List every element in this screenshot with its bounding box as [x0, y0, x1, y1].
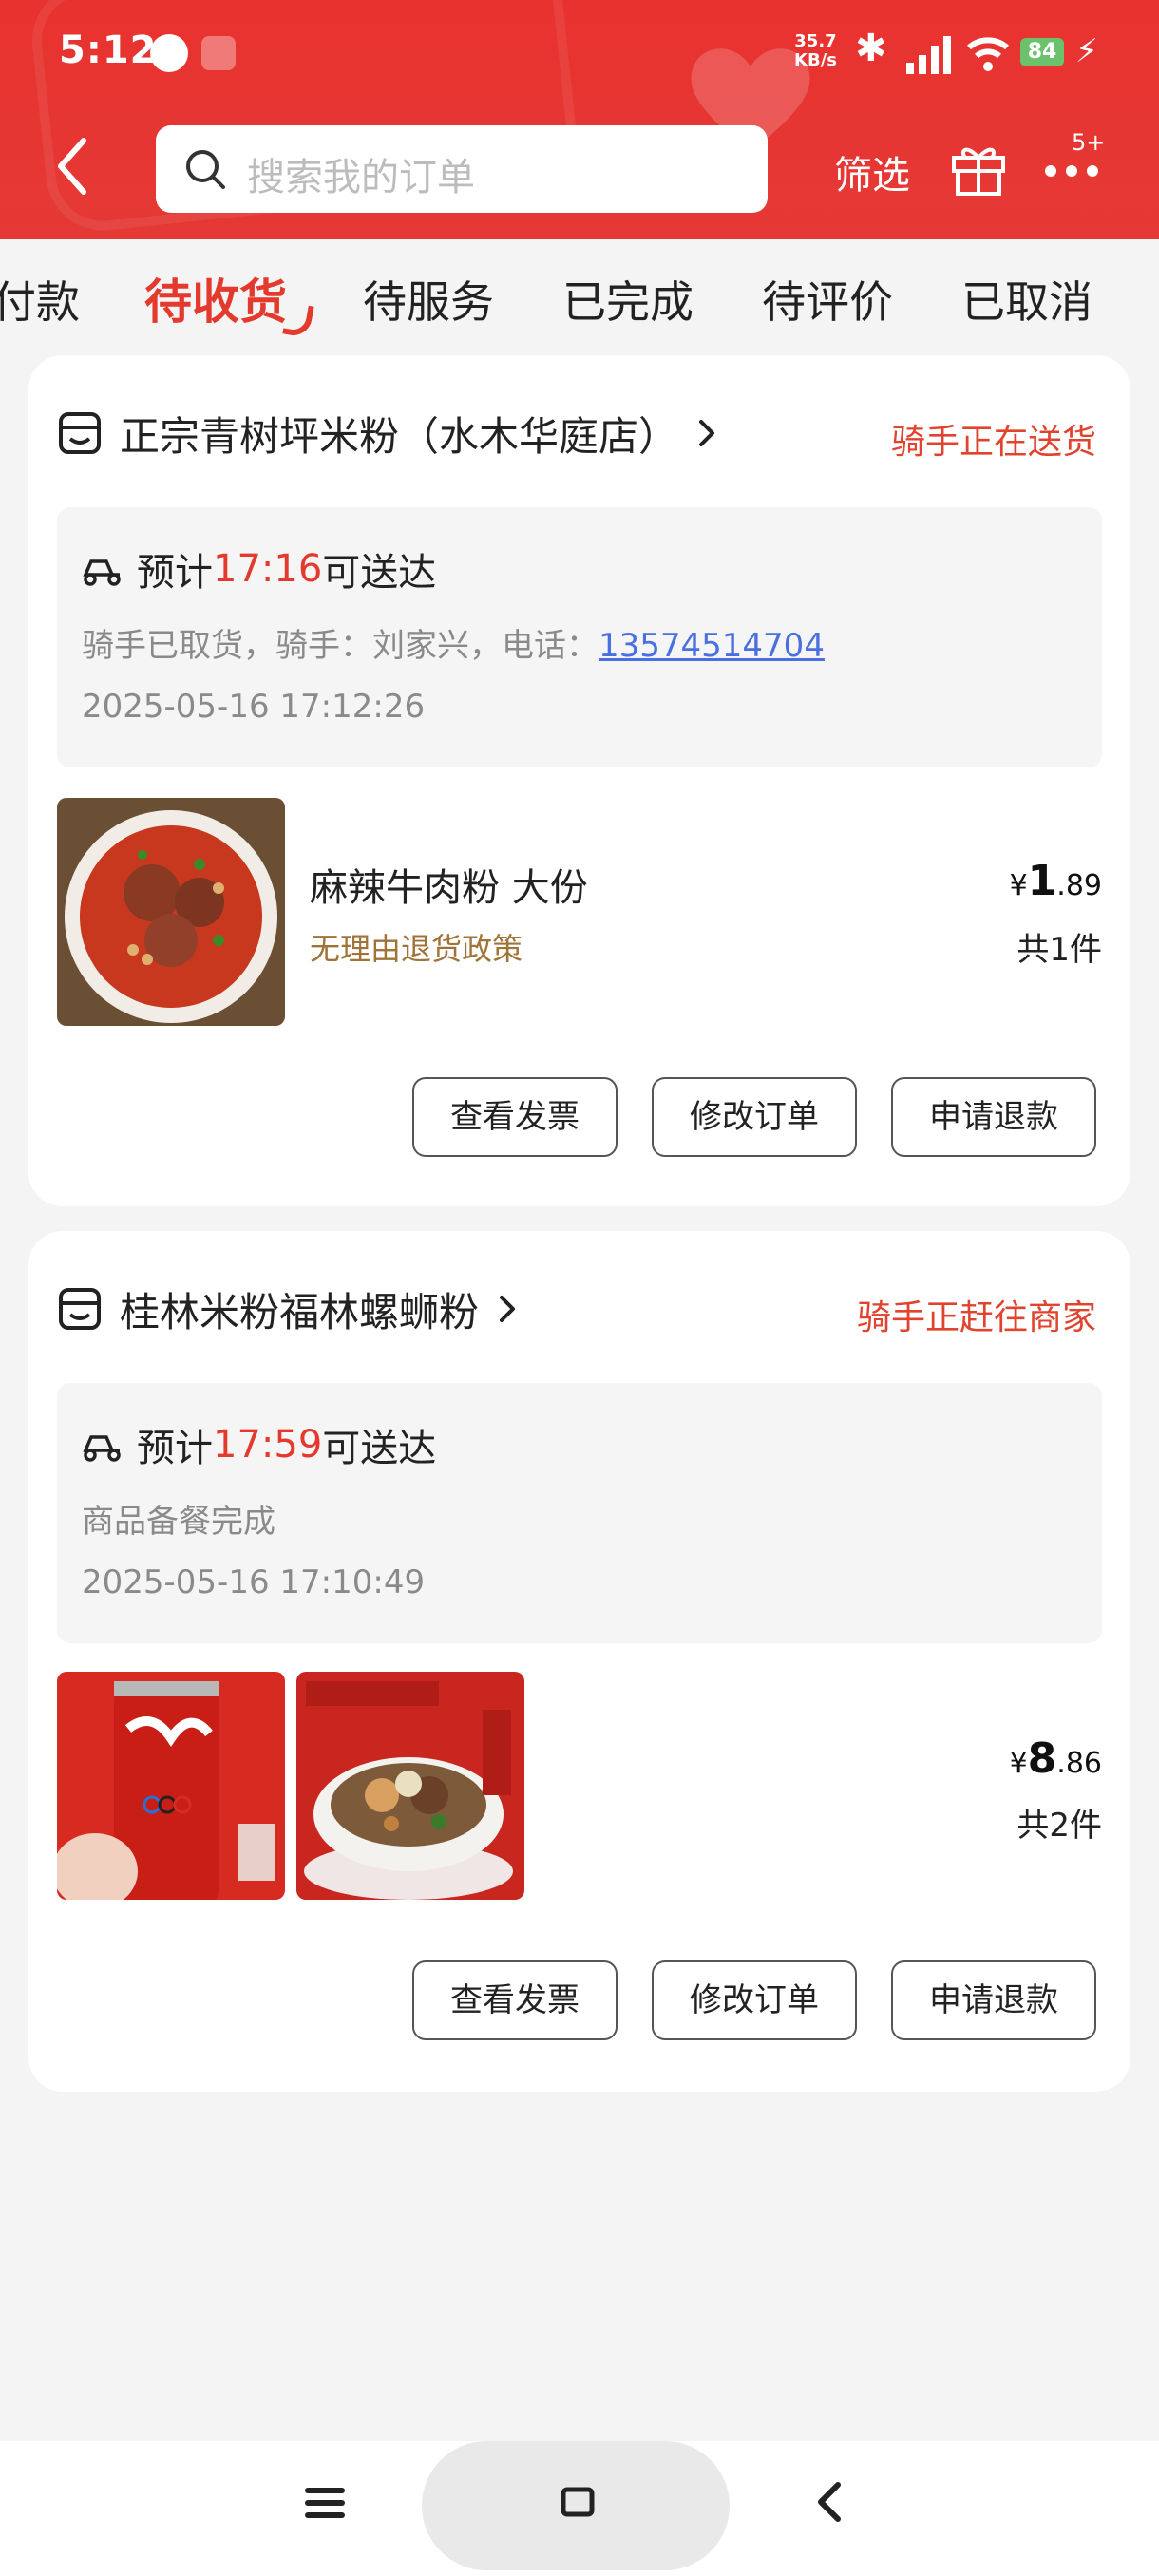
tab-payment[interactable]: 付款: [0, 268, 80, 331]
charging-icon: ⚡: [1075, 32, 1098, 70]
order-price: ¥8.86: [1010, 1734, 1102, 1783]
view-invoice-button[interactable]: 查看发票: [412, 1960, 618, 2040]
network-speed-value: 35.7: [794, 31, 837, 51]
price-decimal: .86: [1056, 1747, 1102, 1780]
tab-completed[interactable]: 已完成: [562, 268, 694, 331]
eta-suffix: 可送达: [322, 1427, 437, 1470]
shop-name: 桂林米粉福林螺蛳粉: [120, 1288, 480, 1335]
search-placeholder: 搜索我的订单: [247, 156, 475, 199]
order-timestamp: 2025-05-16 17:12:26: [82, 688, 426, 726]
tab-pending-review[interactable]: 待评价: [762, 268, 893, 331]
scooter-icon: [83, 559, 121, 586]
request-refund-button[interactable]: 申请退款: [891, 1077, 1096, 1157]
return-policy-tag: 无理由退货政策: [310, 931, 523, 967]
order-timestamp: 2025-05-16 17:10:49: [82, 1563, 426, 1601]
eta-prefix: 预计: [137, 551, 213, 595]
qq-app-icon: [150, 34, 188, 72]
request-refund-button[interactable]: 申请退款: [891, 1960, 1096, 2040]
price-integer: 1: [1027, 857, 1057, 905]
shop-name: 正宗青树坪米粉（水木华庭店）: [120, 412, 679, 460]
bluetooth-icon: ✱: [855, 27, 887, 70]
more-badge: 5+: [1072, 129, 1106, 156]
product-image-cola[interactable]: [57, 1672, 285, 1900]
chevron-right-icon: [500, 1296, 516, 1322]
scooter-icon: [83, 1435, 121, 1462]
view-invoice-button[interactable]: 查看发票: [412, 1077, 618, 1157]
network-speed-unit: KB/s: [794, 50, 837, 70]
shop-link[interactable]: 桂林米粉福林螺蛳粉: [57, 1280, 519, 1337]
order-note: 商品备餐完成: [82, 1503, 276, 1541]
product-image-snail-noodles[interactable]: [296, 1672, 524, 1900]
eta-prefix: 预计: [137, 1427, 213, 1470]
eta-time: 17:59: [213, 1423, 323, 1467]
product-name: 麻辣牛肉粉 大份: [310, 866, 588, 910]
gift-icon[interactable]: [948, 137, 1009, 198]
order-status: 骑手正在送货: [890, 423, 1096, 462]
shop-icon: [59, 1288, 101, 1330]
price-symbol: ¥: [1009, 1747, 1028, 1780]
notification-app-icon: [201, 36, 236, 70]
eta-line: 预计 17:59 可送达: [80, 1417, 436, 1472]
chevron-right-icon: [699, 420, 715, 446]
shop-icon: [59, 412, 101, 454]
home-icon[interactable]: [559, 2483, 597, 2521]
modify-order-button[interactable]: 修改订单: [652, 1077, 857, 1157]
system-nav-bar: [0, 2441, 1159, 2576]
tab-pending-service[interactable]: 待服务: [363, 268, 494, 331]
eta-line: 预计 17:16 可送达: [80, 541, 436, 597]
status-time: 5:12: [59, 28, 158, 72]
modify-order-button[interactable]: 修改订单: [652, 1960, 857, 2040]
eta-suffix: 可送达: [322, 551, 437, 595]
delivery-info: 预计 17:16 可送达 骑手已取货，骑手：刘家兴，电话：13574514704…: [57, 507, 1102, 767]
order-card: 正宗青树坪米粉（水木华庭店） 骑手正在送货 预计 17:16 可送达 骑手已取货…: [28, 355, 1130, 1206]
battery-icon: 84: [1020, 38, 1064, 66]
price-symbol: ¥: [1009, 869, 1028, 902]
network-speed: 35.7 KB/s: [794, 32, 837, 70]
status-bar: 5:12 35.7 KB/s ✱ 84 ⚡: [0, 0, 1159, 112]
item-count: 共1件: [1016, 931, 1102, 969]
header: 5:12 35.7 KB/s ✱ 84 ⚡ 搜索我的订单 筛选 5+: [0, 0, 1159, 239]
rider-info: 骑手已取货，骑手：刘家兴，电话：13574514704: [82, 619, 825, 666]
rider-info-text: 骑手已取货，骑手：刘家兴，电话：: [82, 627, 598, 665]
beef-noodle-bowl-image: [57, 798, 285, 1026]
chevron-left-icon: [58, 138, 86, 195]
back-icon[interactable]: [809, 2477, 847, 2527]
order-status: 骑手正赶往商家: [856, 1298, 1096, 1337]
menu-icon[interactable]: [304, 2479, 346, 2527]
item-count: 共2件: [1016, 1807, 1102, 1845]
order-tabs: 付款 待收货 待服务 已完成 待评价 已取消: [0, 239, 1159, 353]
order-price: ¥1.89: [1010, 857, 1102, 905]
order-card: 桂林米粉福林螺蛳粉 骑手正赶往商家 预计 17:59 可送达 商品备餐完成 20…: [28, 1231, 1130, 2092]
product-image-beef-noodles[interactable]: [57, 798, 285, 1026]
tab-cancelled[interactable]: 已取消: [961, 268, 1092, 331]
search-icon: [186, 150, 225, 189]
price-integer: 8: [1027, 1734, 1057, 1783]
active-tab-indicator: [282, 301, 314, 339]
snail-noodle-bowl-image: [296, 1672, 524, 1900]
filter-button[interactable]: 筛选: [834, 144, 910, 199]
cola-can-image: [57, 1672, 285, 1900]
wifi-icon: [967, 37, 1009, 71]
shop-link[interactable]: 正宗青树坪米粉（水木华庭店）: [57, 405, 718, 462]
eta-time: 17:16: [213, 547, 323, 591]
rider-phone-link[interactable]: 13574514704: [598, 627, 825, 665]
price-decimal: .89: [1056, 869, 1102, 902]
search-input[interactable]: 搜索我的订单: [156, 125, 768, 213]
tab-pending-receipt[interactable]: 待收货: [144, 264, 287, 332]
delivery-info: 预计 17:59 可送达 商品备餐完成 2025-05-16 17:10:49: [57, 1383, 1102, 1643]
back-button[interactable]: [53, 133, 99, 209]
signal-icon: [906, 36, 951, 74]
